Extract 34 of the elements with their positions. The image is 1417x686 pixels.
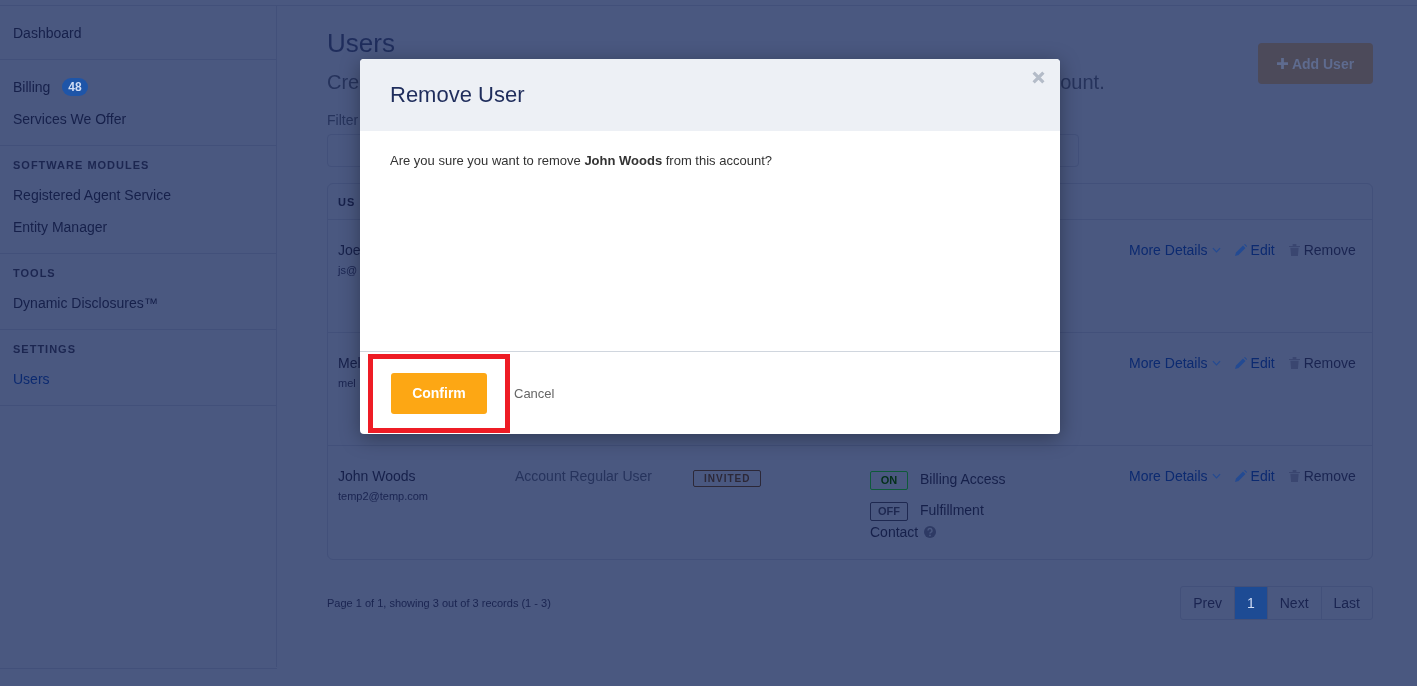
help-icon[interactable] xyxy=(924,526,937,538)
edit-link[interactable]: Edit xyxy=(1234,242,1275,258)
sidebar-link[interactable]: Registered Agent Service xyxy=(13,187,171,203)
more-details-link[interactable]: More Details xyxy=(1129,242,1221,258)
column-header: US xyxy=(338,195,356,208)
sidebar-link[interactable]: Users xyxy=(13,371,50,387)
user-name: John Woods xyxy=(338,468,417,484)
status-badge: INVITED xyxy=(693,470,762,487)
pencil-icon xyxy=(1234,244,1247,256)
caret-icon xyxy=(1211,360,1221,366)
more-details-link[interactable]: More Details xyxy=(1129,355,1221,371)
count-badge: 48 xyxy=(62,78,88,96)
sidebar-link[interactable]: Entity Manager xyxy=(13,219,108,235)
pagination-button[interactable]: 1 xyxy=(1233,587,1267,619)
user-name: Joe xyxy=(338,242,362,258)
permission-label: ON Billing Access xyxy=(870,468,1020,490)
edit-link[interactable]: Edit xyxy=(1234,355,1275,371)
sidebar-link[interactable]: Services We Offer xyxy=(13,111,127,127)
sidebar-link[interactable]: Billing xyxy=(13,79,51,95)
confirm-button[interactable]: Confirm xyxy=(391,372,487,414)
plus-icon xyxy=(1276,58,1288,69)
toggle-switch[interactable]: ON xyxy=(870,471,908,490)
close-icon[interactable] xyxy=(1032,71,1045,84)
more-details-link[interactable]: More Details xyxy=(1129,468,1221,484)
dialog-title: Remove User xyxy=(390,82,525,108)
dialog-message: Are you sure you want to remove John Woods from this account? xyxy=(390,153,773,168)
sidebar-link[interactable]: Dynamic Disclosures™ xyxy=(13,295,158,311)
caret-icon xyxy=(1211,473,1221,479)
pencil-icon xyxy=(1234,470,1247,482)
cancel-link[interactable]: Cancel xyxy=(514,385,555,401)
sidebar-link[interactable]: Dashboard xyxy=(13,25,82,41)
pencil-icon xyxy=(1234,357,1247,369)
caret-icon xyxy=(1211,247,1221,253)
edit-link[interactable]: Edit xyxy=(1234,468,1275,484)
